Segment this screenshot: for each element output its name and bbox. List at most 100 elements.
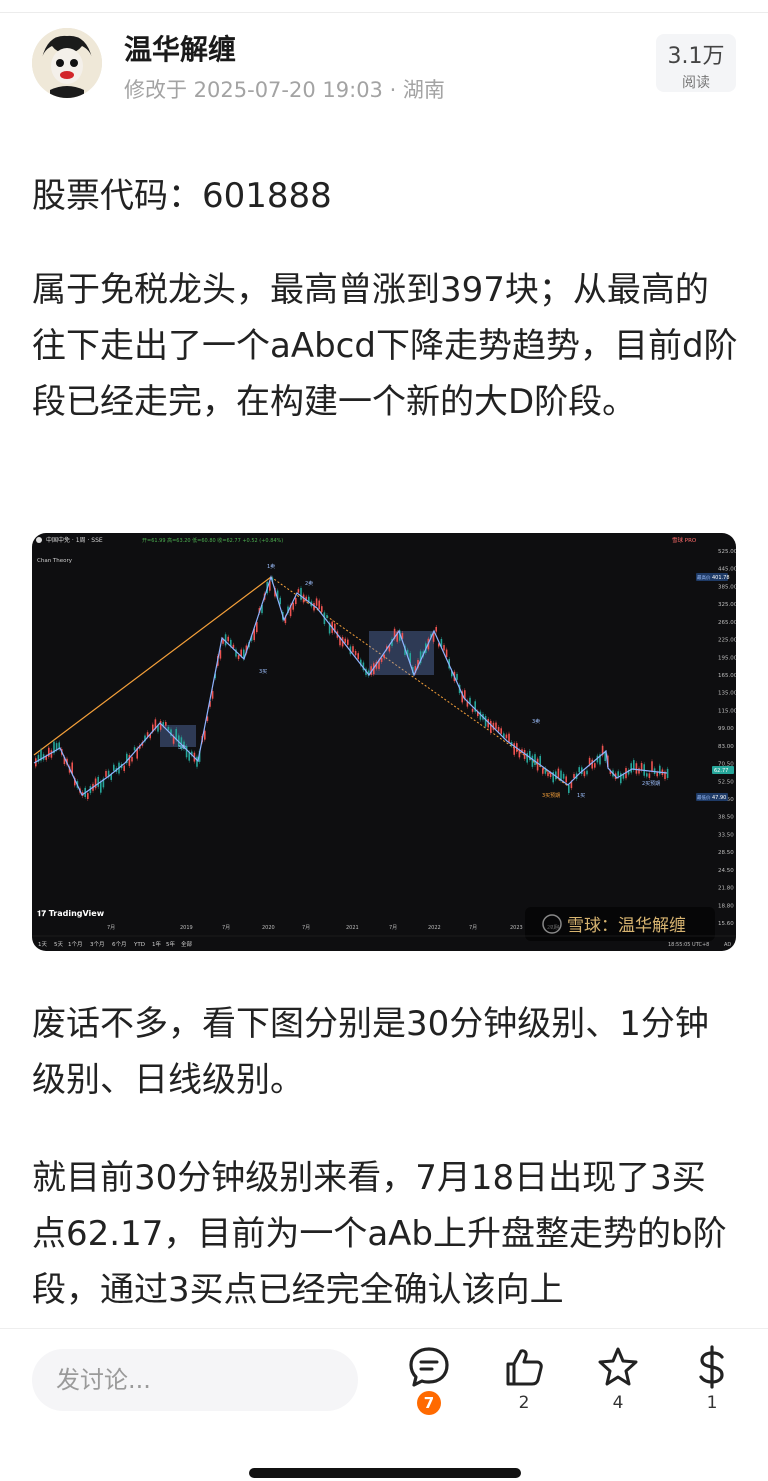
comment-input[interactable] xyxy=(32,1349,358,1411)
candle-body xyxy=(315,598,318,606)
article-paragraph: 股票代码：601888 xyxy=(32,176,332,216)
candle-body xyxy=(594,763,596,768)
price-tick: 115.00 xyxy=(718,708,736,714)
annotation-label: 3卖 xyxy=(532,719,540,725)
price-tick: 38.50 xyxy=(718,815,734,821)
candle-body xyxy=(279,597,281,605)
price-tick: 21.80 xyxy=(718,886,734,892)
top-divider xyxy=(0,12,768,13)
candle-body xyxy=(666,768,669,778)
candle-body xyxy=(536,758,539,771)
lowest-value: 47.90 xyxy=(712,795,726,801)
chart-svg: 525.00 445.00 385.00 325.00 265.00 225.00 195.… xyxy=(32,536,736,948)
timeframe-button[interactable]: 3个月 xyxy=(90,941,105,948)
annotation-label: 3卖 xyxy=(178,745,186,751)
candle-body xyxy=(105,770,107,777)
stock-chart-image[interactable]: 525.00 445.00 385.00 325.00 265.00 225.00 195.… xyxy=(32,533,736,951)
candle-body xyxy=(211,691,214,699)
chart-indicator: Chan Theory xyxy=(37,558,73,564)
candle-body xyxy=(495,722,497,729)
time-tick: 2023 xyxy=(510,925,523,931)
candle-body xyxy=(586,770,588,775)
author-name[interactable]: 温华解缠 xyxy=(124,28,236,68)
price-tick: 195.00 xyxy=(718,655,736,661)
candle-body xyxy=(50,750,53,758)
symbol-icon xyxy=(36,537,42,543)
candle-body xyxy=(500,728,502,734)
candle-body xyxy=(380,658,383,662)
candle-body xyxy=(445,649,448,658)
price-tick: 385.00 xyxy=(718,584,736,590)
candle-body xyxy=(617,771,619,777)
time-tick: 7月 xyxy=(302,925,310,931)
reward-button[interactable]: 1 xyxy=(682,1345,742,1435)
candle-body xyxy=(557,768,560,779)
candle-body xyxy=(354,650,357,656)
candle-body xyxy=(347,639,349,645)
timeframe-button[interactable]: 5年 xyxy=(166,940,175,948)
candle-body xyxy=(237,655,240,660)
timeframe-button[interactable]: 全部 xyxy=(181,940,193,948)
candle-body xyxy=(656,772,658,777)
time-tick: 7月 xyxy=(469,925,477,931)
read-label: 阅读 xyxy=(682,75,710,91)
home-indicator xyxy=(249,1468,521,1478)
highest-label: 最高价 xyxy=(697,574,711,581)
timeframe-button[interactable]: 1天 xyxy=(38,941,47,948)
timeframe-button[interactable]: 1个月 xyxy=(68,941,83,948)
candle-body xyxy=(562,773,565,779)
candle-body xyxy=(638,768,640,774)
candle-body xyxy=(513,743,515,755)
trend-line-down xyxy=(270,576,569,787)
candle-body xyxy=(490,720,492,733)
like-button[interactable]: 2 xyxy=(494,1345,554,1435)
candle-body xyxy=(196,756,198,767)
timeframe-button[interactable]: 6个月 xyxy=(112,941,127,948)
candle-body xyxy=(534,754,536,766)
reward-count: 1 xyxy=(706,1393,718,1413)
candle-body xyxy=(565,776,567,783)
highest-value: 401.78 xyxy=(712,575,730,581)
candle-body xyxy=(646,773,648,777)
candle-body xyxy=(357,653,359,660)
timeframe-button[interactable]: 1年 xyxy=(152,940,161,948)
candle-body xyxy=(484,716,487,727)
price-tick: 525.00 xyxy=(718,549,736,555)
candle-body xyxy=(547,772,549,777)
watermark-text: 雪球：温华解缠 xyxy=(567,916,686,936)
article-paragraph: 就目前30分钟级别来看，7月18日出现了3买点62.17，目前为一个aAb上升盘… xyxy=(32,1158,727,1310)
chart-ad-label: AD xyxy=(724,942,731,948)
read-count: 3.1万 xyxy=(667,44,725,69)
candle-body xyxy=(295,597,297,605)
time-tick: 2019 xyxy=(180,925,193,931)
chart-brand: 雪球 PRO xyxy=(672,536,697,544)
candle-body xyxy=(573,774,575,779)
comment-button[interactable]: 7 xyxy=(399,1345,459,1435)
candle-body xyxy=(292,602,294,610)
candle-body xyxy=(630,763,632,773)
annotation-label: 1卖 xyxy=(267,564,275,570)
candle-body xyxy=(94,778,97,789)
avatar[interactable] xyxy=(32,28,102,98)
candle-body xyxy=(326,615,328,619)
timeframe-button[interactable]: 5天 xyxy=(54,941,63,948)
candle-body xyxy=(344,638,346,643)
candle-body xyxy=(352,646,354,653)
favorite-button[interactable]: 4 xyxy=(588,1345,648,1435)
candle-body xyxy=(659,765,661,775)
candle-body xyxy=(165,722,167,726)
price-tick: 15.60 xyxy=(718,921,734,927)
price-tick: 28.50 xyxy=(718,850,734,856)
price-tick: 33.50 xyxy=(718,832,734,838)
candle-body xyxy=(542,768,544,774)
tradingview-mark: 𝟏𝟕 xyxy=(37,909,49,918)
dollar-icon xyxy=(699,1345,724,1389)
candle-body xyxy=(167,727,170,731)
candle-body xyxy=(531,755,534,767)
candle-body xyxy=(591,759,593,769)
time-tick: 2020 xyxy=(262,925,275,931)
candle-body xyxy=(435,626,437,632)
candle-body xyxy=(97,776,99,787)
candle-body xyxy=(133,747,136,751)
timeframe-button[interactable]: YTD xyxy=(133,942,145,948)
